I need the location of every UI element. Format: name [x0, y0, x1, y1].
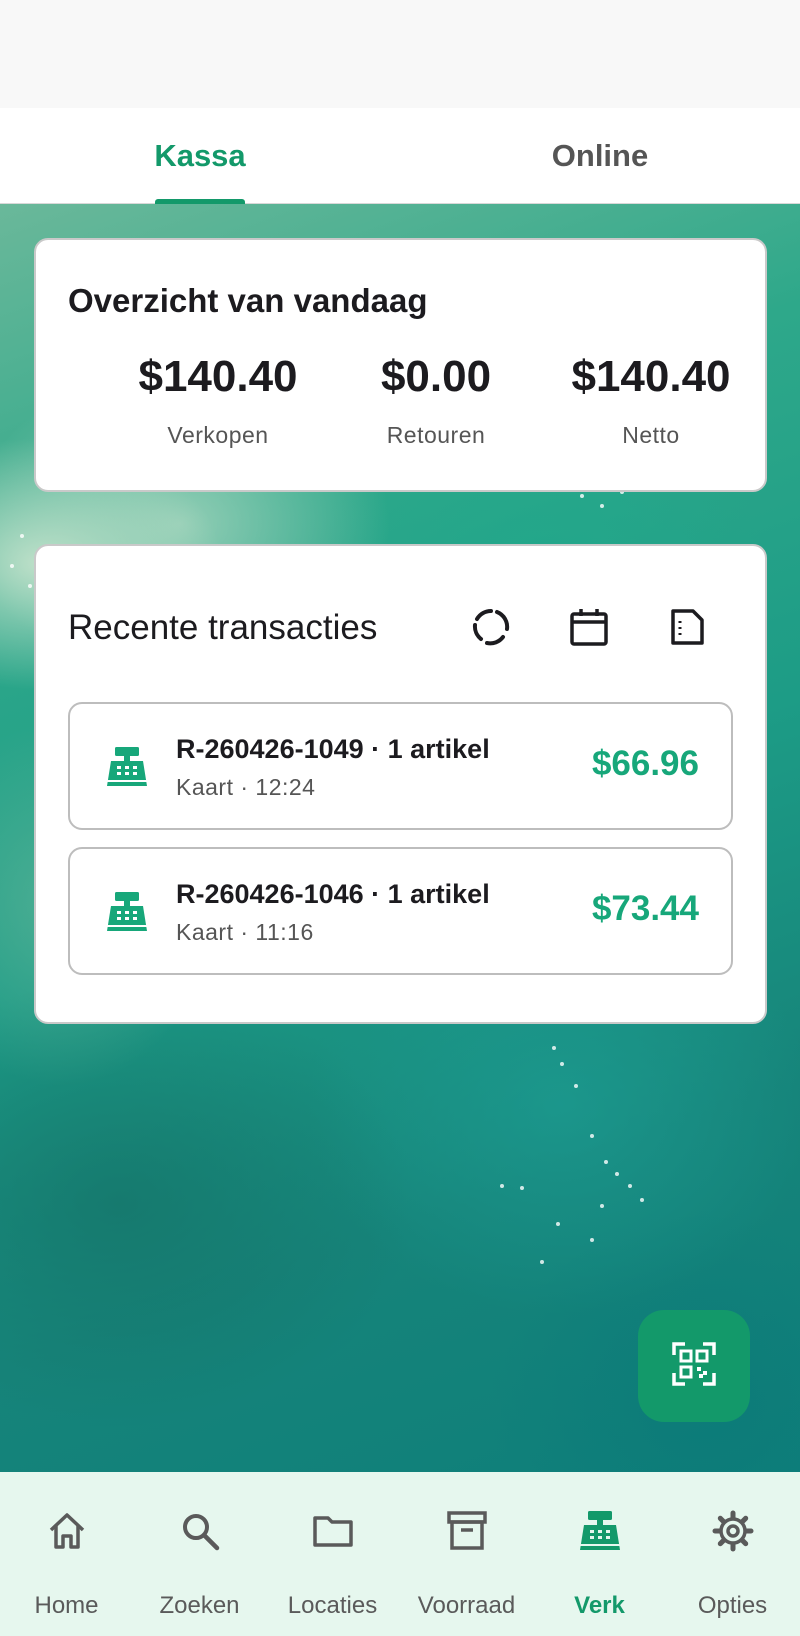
nav-item-voorraad[interactable]: Voorraad: [400, 1472, 533, 1636]
transaction-amount: $66.96: [591, 744, 699, 783]
nav-item-locaties[interactable]: Locaties: [266, 1472, 399, 1636]
nav-label: Opties: [697, 1592, 768, 1619]
nav-label: Verk: [574, 1592, 625, 1619]
metric-value: $140.40: [571, 352, 731, 401]
transaction-row[interactable]: R-260426-1049 · 1 artikel Kaart · 12:24 …: [68, 702, 733, 830]
metric-label: Netto: [622, 422, 680, 448]
metric-label: Retouren: [386, 422, 486, 448]
summary-card: Overzicht van vandaag $140.40 Verkopen $…: [34, 238, 767, 492]
metric-netto: $140.40 Netto: [541, 352, 761, 449]
metric-verkopen: $140.40 Verkopen: [108, 352, 328, 449]
transaction-title: R-260426-1049 · 1 artikel: [176, 734, 490, 764]
archive-icon: [444, 1508, 490, 1554]
recent-title: Recente transacties: [68, 608, 378, 647]
transaction-subtitle: Kaart · 12:24: [176, 774, 316, 800]
search-icon: [177, 1508, 223, 1554]
qr-scan-icon: [671, 1341, 717, 1392]
tab-online[interactable]: Online: [400, 108, 800, 204]
summary-title: Overzicht van vandaag: [68, 282, 428, 319]
export-icon[interactable]: [664, 604, 710, 650]
metric-label: Verkopen: [167, 422, 269, 448]
metric-retouren: $0.00 Retouren: [326, 352, 546, 449]
cash-register-icon: [577, 1508, 623, 1554]
metric-value: $0.00: [380, 352, 492, 401]
metric-value: $140.40: [138, 352, 298, 401]
nav-item-opties[interactable]: Opties: [666, 1472, 799, 1636]
nav-item-verk[interactable]: Verk: [533, 1472, 666, 1636]
folder-icon: [310, 1508, 356, 1554]
bottom-navigation: Home Zoeken Locaties Voorraad Verk Optie…: [0, 1472, 800, 1636]
scan-qr-button[interactable]: [638, 1310, 750, 1422]
nav-item-zoeken[interactable]: Zoeken: [133, 1472, 266, 1636]
cash-register-icon: [104, 744, 150, 790]
transaction-title: R-260426-1046 · 1 artikel: [176, 879, 490, 909]
home-icon: [44, 1508, 90, 1554]
tab-bar: Kassa Online: [0, 108, 800, 205]
refresh-icon[interactable]: [468, 604, 514, 650]
tab-kassa[interactable]: Kassa: [0, 108, 400, 204]
status-area: [0, 0, 800, 108]
recent-transactions-card: Recente transacties R-260426-1049 · 1 ar…: [34, 544, 767, 1024]
nav-label: Zoeken: [159, 1592, 240, 1619]
nav-item-home[interactable]: Home: [0, 1472, 133, 1636]
nav-label: Home: [34, 1592, 99, 1619]
transaction-row[interactable]: R-260426-1046 · 1 artikel Kaart · 11:16 …: [68, 847, 733, 975]
calendar-icon[interactable]: [566, 604, 612, 650]
gear-icon: [710, 1508, 756, 1554]
nav-label: Voorraad: [417, 1592, 516, 1619]
transaction-subtitle: Kaart · 11:16: [176, 919, 314, 945]
transaction-amount: $73.44: [591, 889, 699, 928]
nav-label: Locaties: [287, 1592, 378, 1619]
cash-register-icon: [104, 889, 150, 935]
